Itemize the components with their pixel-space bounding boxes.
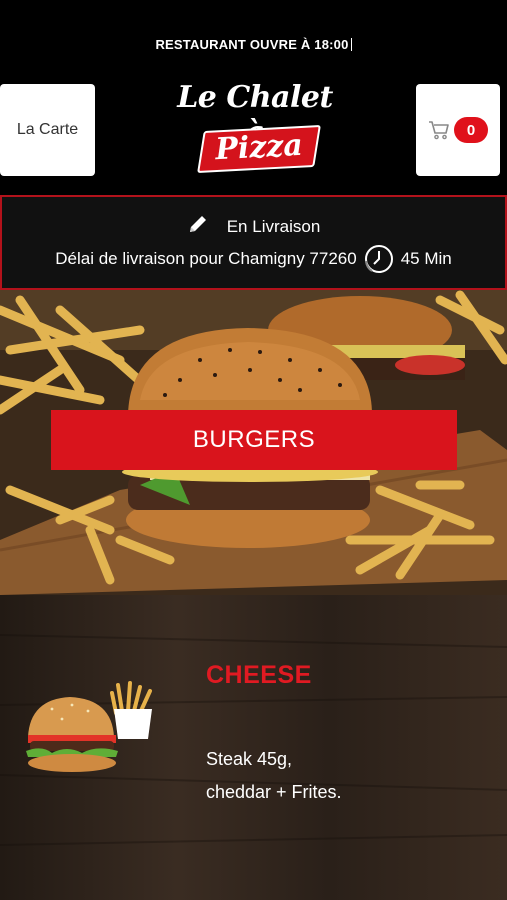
product-description: Steak 45g, cheddar + Frites. (206, 749, 342, 802)
delivery-delay-row: Délai de livraison pour Chamigny 77260 4… (2, 243, 505, 275)
delivery-mode: En Livraison (226, 216, 321, 236)
clock-icon (363, 243, 395, 275)
cart-button[interactable]: 0 (416, 84, 500, 176)
status-bar: RESTAURANT OUVRE À 18:00 (0, 0, 507, 66)
cart-count-badge: 0 (454, 117, 488, 143)
delivery-info[interactable]: En Livraison Délai de livraison pour Cha… (0, 195, 507, 290)
product-item-cheese[interactable]: CHEESE Steak 45g, cheddar + Frites. (0, 595, 507, 900)
pencil-icon[interactable] (187, 213, 209, 240)
cart-icon (428, 120, 450, 140)
restaurant-logo[interactable]: Le Chalet à Pizza (165, 76, 345, 176)
menu-button[interactable]: La Carte (0, 84, 95, 176)
product-name: CHEESE (206, 661, 312, 689)
category-burgers-banner[interactable]: BURGERS (51, 410, 457, 470)
cheese-burger-image (22, 679, 162, 789)
header: La Carte Le Chalet à Pizza 0 (0, 66, 507, 190)
logo-bottom-text: Pizza (214, 127, 304, 168)
category-hero[interactable]: BURGERS (0, 290, 507, 595)
delivery-delay-value: 45 Min (400, 249, 452, 268)
delivery-mode-row: En Livraison (2, 213, 505, 240)
opening-status: RESTAURANT OUVRE À 18:00 (155, 37, 351, 52)
delivery-delay-text: Délai de livraison pour Chamigny 77260 (55, 249, 357, 268)
